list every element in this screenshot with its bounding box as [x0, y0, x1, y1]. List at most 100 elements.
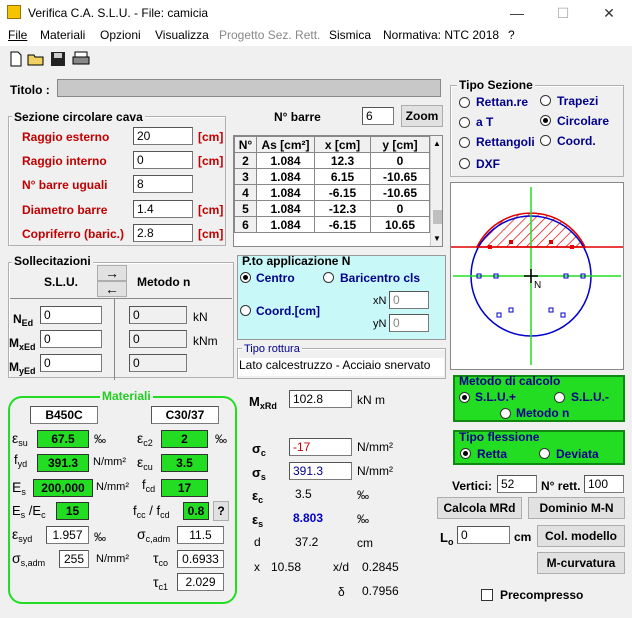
ss-symbol: σs [252, 465, 266, 482]
zoom-button[interactable]: Zoom [401, 105, 443, 127]
ned-input[interactable]: 0 [40, 306, 102, 324]
mxrd-value: 102.8 [289, 390, 352, 408]
new-file-icon[interactable] [7, 50, 25, 68]
menu-normativa[interactable]: Normativa: NTC 2018 [383, 28, 499, 42]
table-cell[interactable]: 1.084 [256, 216, 315, 233]
table-cell[interactable]: 10.65 [370, 216, 430, 233]
ss-adm-value[interactable]: 255 [59, 550, 89, 568]
table-row[interactable]: 2 1.084 12.3 0 [234, 152, 430, 169]
table-cell[interactable]: -6.15 [314, 184, 371, 201]
scroll-thumb[interactable] [433, 210, 442, 224]
radio-coord[interactable] [540, 135, 551, 146]
myed-input[interactable]: 0 [40, 354, 102, 372]
dominio-mn-button[interactable]: Dominio M-N [528, 497, 625, 519]
table-scrollbar[interactable]: ▲ ▼ [430, 136, 442, 246]
metodo-title: Metodo di calcolo [459, 374, 561, 388]
arrow-right-button[interactable]: → [97, 265, 127, 281]
radio-dxf[interactable] [459, 158, 470, 169]
header-cell: x [cm] [314, 136, 371, 153]
open-folder-icon[interactable] [27, 50, 45, 68]
vertici-input[interactable]: 52 [497, 475, 537, 493]
yn-input[interactable]: 0 [389, 314, 429, 332]
raggio-interno-label: Raggio interno [22, 154, 107, 168]
maximize-button[interactable]: ☐ [540, 0, 586, 26]
menu-opzioni[interactable]: Opzioni [100, 28, 141, 42]
save-icon[interactable] [49, 50, 67, 68]
steel-class[interactable]: B450C [30, 406, 98, 424]
diametro-input[interactable]: 1.4 [133, 200, 193, 218]
table-cell[interactable]: 6.15 [314, 168, 371, 185]
table-row[interactable]: 4 1.084 -6.15 -10.65 [234, 184, 430, 201]
table-cell[interactable]: -12.3 [314, 200, 371, 217]
menu-visualizza[interactable]: Visualizza [155, 28, 209, 42]
help-button[interactable]: ? [213, 501, 229, 521]
calcola-mrd-button[interactable]: Calcola MRd [437, 497, 522, 519]
yn-label: yN [373, 318, 387, 330]
scroll-up-icon[interactable]: ▲ [433, 139, 441, 148]
table-cell[interactable]: -6.15 [314, 216, 371, 233]
rettangoli-label: Rettangoli [476, 135, 535, 149]
menu-help[interactable]: ? [508, 28, 515, 42]
table-row[interactable]: 5 1.084 -12.3 0 [234, 200, 430, 217]
dxf-label: DXF [476, 157, 500, 171]
lo-symbol: Lo [440, 530, 454, 547]
es-symbol: Es [12, 479, 26, 497]
esu-value: 67.5 [37, 430, 89, 448]
xn-input[interactable]: 0 [389, 291, 429, 309]
radio-coord-n[interactable] [240, 305, 251, 316]
col-modello-button[interactable]: Col. modello [537, 525, 625, 547]
ned-n-input[interactable]: 0 [129, 306, 187, 324]
radio-at[interactable] [459, 117, 470, 128]
radio-rettangoli[interactable] [459, 137, 470, 148]
n-barre-input[interactable]: 8 [133, 175, 193, 193]
table-cell[interactable]: 0 [370, 200, 430, 217]
radio-retta[interactable] [460, 448, 471, 459]
radio-rettan[interactable] [459, 97, 470, 108]
radio-centro[interactable] [240, 272, 251, 283]
table-cell[interactable]: 1.084 [256, 184, 315, 201]
mxed-n-input[interactable]: 0 [129, 330, 187, 348]
raggio-esterno-input[interactable]: 20 [133, 127, 193, 145]
print-icon[interactable] [72, 50, 90, 68]
m-curvatura-button[interactable]: M-curvatura [537, 552, 625, 574]
x-value: 10.58 [271, 560, 302, 574]
arrow-left-button[interactable]: ← [97, 281, 127, 297]
scroll-down-icon[interactable]: ▼ [433, 234, 441, 243]
ec-symbol: εc [252, 488, 264, 505]
myed-n-input[interactable]: 0 [129, 354, 187, 372]
menu-file[interactable]: File [8, 28, 27, 42]
title-input[interactable] [57, 79, 441, 97]
radio-slu-plus[interactable] [459, 392, 470, 403]
minimize-button[interactable]: — [494, 0, 540, 26]
radio-baricentro[interactable] [323, 272, 334, 283]
nbarre-input[interactable]: 6 [362, 107, 394, 125]
menu-progetto[interactable]: Progetto Sez. Rett. [219, 28, 320, 42]
precompresso-checkbox[interactable] [481, 589, 493, 601]
table-cell[interactable]: -10.65 [370, 184, 430, 201]
radio-circolare[interactable] [540, 115, 551, 126]
concrete-class[interactable]: C30/37 [151, 406, 219, 424]
nrett-input[interactable]: 100 [584, 475, 624, 493]
raggio-interno-input[interactable]: 0 [133, 151, 193, 169]
table-row[interactable]: 6 1.084 -6.15 10.65 [234, 216, 430, 233]
table-cell[interactable]: 1.084 [256, 200, 315, 217]
table-cell[interactable]: 0 [370, 152, 430, 169]
menu-sismica[interactable]: Sismica [329, 28, 371, 42]
mxed-input[interactable]: 0 [40, 330, 102, 348]
radio-slu-minus[interactable] [554, 392, 565, 403]
lo-input[interactable]: 0 [457, 526, 510, 544]
table-cell[interactable]: -10.65 [370, 168, 430, 185]
close-button[interactable]: ✕ [586, 0, 632, 26]
xd-value: 0.2845 [362, 560, 399, 574]
radio-deviata[interactable] [539, 448, 550, 459]
retta-label: Retta [477, 447, 508, 461]
radio-trapezi[interactable] [540, 95, 551, 106]
menu-materiali[interactable]: Materiali [40, 28, 85, 42]
table-cell[interactable]: 12.3 [314, 152, 371, 169]
esyd-symbol: εsyd [12, 526, 33, 544]
radio-metodo-n[interactable] [500, 408, 511, 419]
table-row[interactable]: 3 1.084 6.15 -10.65 [234, 168, 430, 185]
copriferro-input[interactable]: 2.8 [133, 224, 193, 242]
table-cell[interactable]: 1.084 [256, 168, 315, 185]
table-cell[interactable]: 1.084 [256, 152, 315, 169]
